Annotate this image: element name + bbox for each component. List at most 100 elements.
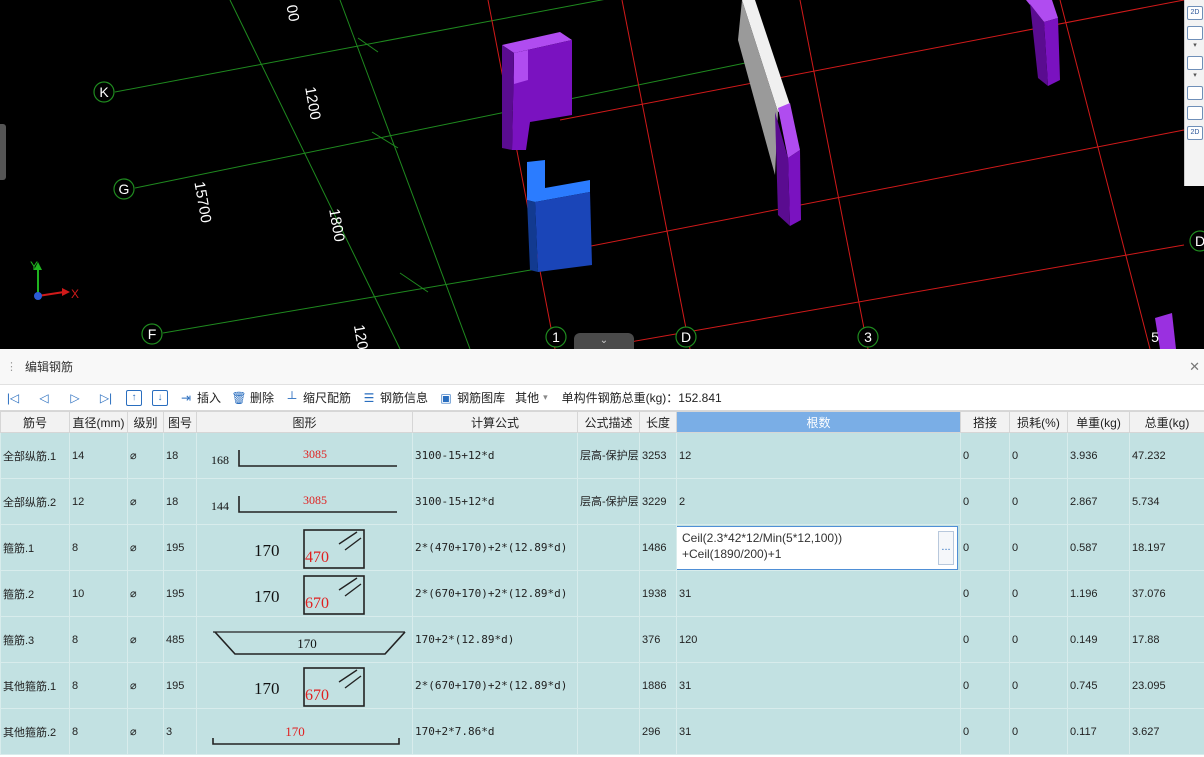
- view-3d-button[interactable]: [1187, 56, 1203, 70]
- col-header-length[interactable]: 长度: [639, 411, 677, 433]
- select-box-button[interactable]: [1187, 86, 1203, 100]
- cell-unit-weight[interactable]: 1.196: [1067, 570, 1130, 617]
- cell-name[interactable]: 箍筋.1: [0, 524, 70, 571]
- other-menu-button[interactable]: 其他 ▾: [515, 387, 548, 409]
- cell-desc[interactable]: 层高-保护层+弯折: [577, 432, 640, 479]
- cell-desc[interactable]: [577, 708, 640, 755]
- cell-diameter[interactable]: 8: [69, 662, 128, 709]
- cell-loss[interactable]: 0: [1009, 708, 1068, 755]
- cell-grade[interactable]: ⌀: [127, 662, 164, 709]
- cell-figure[interactable]: 195: [163, 524, 197, 571]
- col-header-desc[interactable]: 公式描述: [577, 411, 640, 433]
- cell-loss[interactable]: 0: [1009, 524, 1068, 571]
- col-header-figure[interactable]: 图号: [163, 411, 197, 433]
- cell-diameter[interactable]: 8: [69, 708, 128, 755]
- cell-lap[interactable]: 0: [960, 662, 1010, 709]
- cell-length[interactable]: 3253: [639, 432, 677, 479]
- table-row[interactable]: 箍筋.3 8 ⌀ 485 170 170+2*(12.89*d) 376 120…: [0, 616, 1204, 663]
- cell-formula[interactable]: 2*(670+170)+2*(12.89*d): [412, 662, 578, 709]
- cell-name[interactable]: 全部纵筋.1: [0, 432, 70, 479]
- cell-count[interactable]: 31: [676, 662, 961, 709]
- cell-count[interactable]: 31: [676, 570, 961, 617]
- cell-formula[interactable]: 3100-15+12*d: [412, 478, 578, 525]
- cell-shape[interactable]: 170 470: [196, 524, 413, 571]
- cell-desc[interactable]: 层高-保护层+弯折: [577, 478, 640, 525]
- cell-figure[interactable]: 195: [163, 570, 197, 617]
- view-2d-button[interactable]: 2D: [1187, 6, 1203, 20]
- cell-count[interactable]: 31: [676, 708, 961, 755]
- cell-loss[interactable]: 0: [1009, 570, 1068, 617]
- cell-shape[interactable]: 144 3085: [196, 478, 413, 525]
- table-row[interactable]: 全部纵筋.2 12 ⌀ 18 144 3085 3100-15+12*d 层高-…: [0, 478, 1204, 525]
- cell-count-editing[interactable]: Ceil(2.3*42*12/Min(5*12,100)) +Ceil(1890…: [676, 524, 961, 571]
- col-header-unit-weight[interactable]: 单重(kg): [1067, 411, 1130, 433]
- cell-unit-weight[interactable]: 0.587: [1067, 524, 1130, 571]
- cell-lap[interactable]: 0: [960, 616, 1010, 663]
- cell-grade[interactable]: ⌀: [127, 616, 164, 663]
- table-row[interactable]: 箍筋.1 8 ⌀ 195 170 470 2*(470+170)+2*(12.8…: [0, 524, 1204, 571]
- cell-shape[interactable]: 168 3085: [196, 432, 413, 479]
- dropdown-arrow-icon-2[interactable]: ▾: [1187, 72, 1203, 80]
- cell-lap[interactable]: 0: [960, 524, 1010, 571]
- cell-diameter[interactable]: 8: [69, 616, 128, 663]
- cell-grade[interactable]: ⌀: [127, 478, 164, 525]
- cell-figure[interactable]: 3: [163, 708, 197, 755]
- cell-lap[interactable]: 0: [960, 432, 1010, 479]
- cell-formula[interactable]: 2*(470+170)+2*(12.89*d): [412, 524, 578, 571]
- cell-total-weight[interactable]: 3.627: [1129, 708, 1204, 755]
- drag-grip-icon[interactable]: ⋮: [6, 360, 17, 373]
- cell-shape[interactable]: 170 670: [196, 662, 413, 709]
- cell-desc[interactable]: [577, 524, 640, 571]
- cell-name[interactable]: 其他箍筋.1: [0, 662, 70, 709]
- view-cube-button[interactable]: [1187, 26, 1203, 40]
- ellipsis-button[interactable]: ...: [938, 530, 954, 565]
- cell-total-weight[interactable]: 37.076: [1129, 570, 1204, 617]
- col-header-shape[interactable]: 图形: [196, 411, 413, 433]
- cell-loss[interactable]: 0: [1009, 432, 1068, 479]
- col-header-formula[interactable]: 计算公式: [412, 411, 578, 433]
- cell-name[interactable]: 箍筋.3: [0, 616, 70, 663]
- cell-name[interactable]: 其他箍筋.2: [0, 708, 70, 755]
- col-header-loss[interactable]: 损耗(%): [1009, 411, 1068, 433]
- cell-count[interactable]: 12: [676, 432, 961, 479]
- last-record-icon[interactable]: ▷|: [95, 388, 117, 408]
- table-row[interactable]: 其他箍筋.1 8 ⌀ 195 170 670 2*(670+170)+2*(12…: [0, 662, 1204, 709]
- cell-desc[interactable]: [577, 662, 640, 709]
- cell-formula[interactable]: 3100-15+12*d: [412, 432, 578, 479]
- cell-name[interactable]: 箍筋.2: [0, 570, 70, 617]
- table-row[interactable]: 全部纵筋.1 14 ⌀ 18 168 3085 3100-15+12*d 层高-…: [0, 432, 1204, 479]
- cell-unit-weight[interactable]: 2.867: [1067, 478, 1130, 525]
- dropdown-arrow-icon[interactable]: ▾: [1187, 42, 1203, 50]
- cell-unit-weight[interactable]: 0.149: [1067, 616, 1130, 663]
- col-header-name[interactable]: 筋号: [0, 411, 70, 433]
- cell-total-weight[interactable]: 18.197: [1129, 524, 1204, 571]
- col-header-grade[interactable]: 级别: [127, 411, 164, 433]
- cell-total-weight[interactable]: 5.734: [1129, 478, 1204, 525]
- scale-rebar-button[interactable]: ┴ 缩尺配筋: [284, 387, 351, 409]
- cell-length[interactable]: 1886: [639, 662, 677, 709]
- col-header-diameter[interactable]: 直径(mm): [69, 411, 128, 433]
- cell-desc[interactable]: [577, 616, 640, 663]
- cell-figure[interactable]: 195: [163, 662, 197, 709]
- cell-loss[interactable]: 0: [1009, 662, 1068, 709]
- rebar-library-button[interactable]: ▣ 钢筋图库: [438, 387, 505, 409]
- view-2d-b-button[interactable]: 2D: [1187, 126, 1203, 140]
- cell-total-weight[interactable]: 47.232: [1129, 432, 1204, 479]
- cell-formula[interactable]: 170+2*7.86*d: [412, 708, 578, 755]
- move-up-icon[interactable]: ↑: [126, 389, 142, 406]
- next-record-icon[interactable]: ▷: [64, 388, 86, 408]
- cell-length[interactable]: 296: [639, 708, 677, 755]
- cell-diameter[interactable]: 10: [69, 570, 128, 617]
- cell-formula[interactable]: 170+2*(12.89*d): [412, 616, 578, 663]
- count-formula-editor[interactable]: Ceil(2.3*42*12/Min(5*12,100)) +Ceil(1890…: [677, 525, 958, 570]
- view-layer-button[interactable]: [1187, 106, 1203, 120]
- cell-figure[interactable]: 485: [163, 616, 197, 663]
- cell-length[interactable]: 376: [639, 616, 677, 663]
- cell-shape[interactable]: 170: [196, 616, 413, 663]
- close-icon[interactable]: ✕: [1189, 359, 1200, 375]
- cell-length[interactable]: 3229: [639, 478, 677, 525]
- cell-total-weight[interactable]: 17.88: [1129, 616, 1204, 663]
- cell-length[interactable]: 1938: [639, 570, 677, 617]
- col-header-total-weight[interactable]: 总重(kg): [1129, 411, 1204, 433]
- delete-button[interactable]: 🗑 删除: [231, 387, 274, 409]
